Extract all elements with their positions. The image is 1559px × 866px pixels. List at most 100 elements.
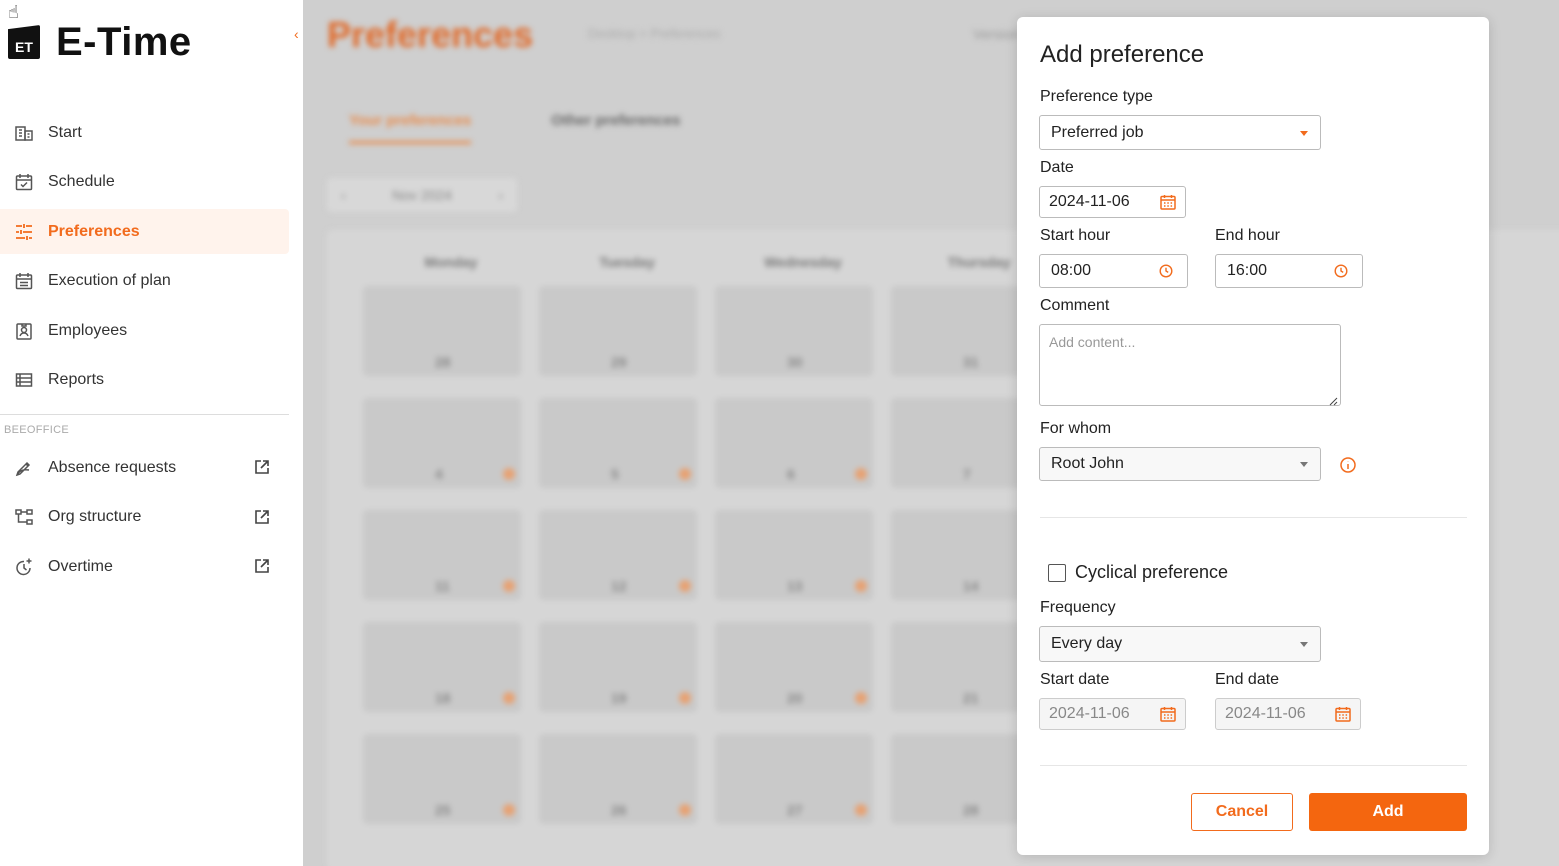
tab-other-preferences[interactable]: Other preferences	[551, 112, 680, 144]
start-hour-label: Start hour	[1040, 227, 1111, 244]
day-number: 4	[435, 466, 443, 482]
resize-handle-icon[interactable]	[1328, 393, 1338, 406]
day-number: 7	[963, 466, 971, 482]
sidebar-item-employees[interactable]: Employees	[0, 308, 289, 353]
day-number: 28	[963, 802, 979, 818]
weekday-header: Monday Tuesday Wednesday Thursday	[363, 254, 1067, 270]
preference-dot-icon	[679, 468, 691, 480]
sidebar-item-label: Reports	[48, 371, 105, 389]
external-nav: Absence requests Org structure Overtime	[0, 445, 289, 594]
date-label: Date	[1040, 159, 1074, 176]
day-number: 11	[435, 578, 450, 594]
frequency-select[interactable]: Every day	[1039, 626, 1321, 662]
day-number: 28	[435, 354, 451, 370]
start-date-label: Start date	[1040, 671, 1110, 688]
external-link-icon[interactable]	[253, 508, 271, 526]
calendar-day-cell[interactable]: 18	[363, 622, 521, 712]
end-hour-label: End hour	[1215, 227, 1280, 244]
external-link-icon[interactable]	[253, 557, 271, 575]
sidebar-item-overtime[interactable]: Overtime	[0, 544, 289, 589]
weekday-label: Monday	[424, 254, 478, 270]
preference-type-select[interactable]: Preferred job	[1039, 115, 1321, 150]
month-navigator[interactable]: ‹ Nov 2024 ›	[327, 178, 517, 212]
calendar-icon[interactable]	[1159, 193, 1177, 211]
section-divider	[1040, 517, 1467, 518]
day-number: 13	[787, 578, 803, 594]
breadcrumb: Desktop > Preferences	[588, 26, 721, 41]
calendar-day-cell[interactable]: 4	[363, 398, 521, 488]
sidebar-item-reports[interactable]: Reports	[0, 358, 289, 403]
calendar-day-cell[interactable]: 27	[715, 734, 873, 824]
start-date-input[interactable]: 2024-11-06	[1039, 698, 1186, 730]
sidebar-item-label: Schedule	[48, 173, 115, 191]
preference-type-label: Preference type	[1040, 88, 1153, 105]
end-date-input[interactable]: 2024-11-06	[1215, 698, 1361, 730]
calendar-day-cell[interactable]: 11	[363, 510, 521, 600]
day-number: 30	[787, 354, 803, 370]
calendar-day-cell[interactable]: 29	[539, 286, 697, 376]
sidebar-item-execution-of-plan[interactable]: Execution of plan	[0, 259, 289, 304]
calendar-day-cell[interactable]: 19	[539, 622, 697, 712]
date-input[interactable]: 2024-11-06	[1039, 186, 1186, 218]
add-preference-dialog: Add preference Preference type Preferred…	[1017, 17, 1489, 855]
sidebar-item-label: Preferences	[48, 222, 140, 240]
add-button[interactable]: Add	[1309, 793, 1467, 831]
sidebar-item-org-structure[interactable]: Org structure	[0, 495, 289, 540]
page-title: Preferences	[327, 14, 534, 55]
calendar-day-cell[interactable]: 30	[715, 286, 873, 376]
sidebar-item-preferences[interactable]: Preferences	[0, 209, 289, 255]
end-date-label: End date	[1215, 671, 1280, 688]
next-month-icon[interactable]: ›	[498, 187, 503, 203]
collapse-sidebar-icon[interactable]: ‹	[294, 26, 312, 48]
sidebar: ☝ ET E-Time Start Schedule Preferences E…	[0, 0, 303, 866]
external-link-icon[interactable]	[253, 458, 271, 476]
logo-mark: ET	[8, 25, 40, 59]
preference-dot-icon	[503, 580, 515, 592]
end-hour-input[interactable]: 16:00	[1215, 254, 1363, 288]
calendar-day-cell[interactable]: 12	[539, 510, 697, 600]
preference-dot-icon	[679, 580, 691, 592]
day-number: 5	[611, 466, 619, 482]
calendar-day-cell[interactable]: 20	[715, 622, 873, 712]
sidebar-item-schedule[interactable]: Schedule	[0, 160, 289, 205]
sidebar-item-label: Absence requests	[48, 458, 177, 476]
calendar-list-icon	[14, 271, 34, 291]
info-icon[interactable]	[1339, 456, 1357, 474]
clock-icon[interactable]	[1159, 264, 1173, 278]
calendar-day-cell[interactable]: 26	[539, 734, 697, 824]
main-nav: Start Schedule Preferences Execution of …	[0, 110, 289, 408]
start-hour-input[interactable]: 08:00	[1039, 254, 1188, 288]
frequency-value: Every day	[1051, 635, 1123, 652]
calendar-day-cell[interactable]: 25	[363, 734, 521, 824]
tab-your-preferences[interactable]: Your preferences	[349, 112, 472, 144]
sidebar-item-absence-requests[interactable]: Absence requests	[0, 445, 289, 490]
comment-textarea[interactable]: Add content...	[1039, 324, 1341, 406]
calendar-day-cell[interactable]: 6	[715, 398, 873, 488]
org-tree-icon	[14, 507, 34, 527]
day-number: 26	[611, 802, 627, 818]
cancel-button[interactable]: Cancel	[1191, 793, 1293, 831]
preference-type-value: Preferred job	[1051, 123, 1144, 141]
day-number: 19	[611, 690, 627, 706]
app-logo[interactable]: ET E-Time	[8, 22, 192, 62]
preference-dot-icon	[679, 804, 691, 816]
for-whom-select[interactable]: Root John	[1039, 447, 1321, 481]
sidebar-item-label: Overtime	[48, 557, 113, 575]
prev-month-icon[interactable]: ‹	[341, 187, 346, 203]
calendar-day-cell[interactable]: 13	[715, 510, 873, 600]
date-value: 2024-11-06	[1049, 193, 1130, 210]
preference-dot-icon	[855, 692, 867, 704]
version-label: Version	[973, 26, 1020, 42]
footer-divider	[1040, 765, 1467, 766]
clock-icon[interactable]	[1334, 264, 1348, 278]
day-number: 6	[787, 466, 795, 482]
sidebar-item-start[interactable]: Start	[0, 110, 289, 155]
calendar-icon[interactable]	[1159, 705, 1177, 723]
calendar-day-cell[interactable]: 28	[363, 286, 521, 376]
calendar-day-cell[interactable]: 5	[539, 398, 697, 488]
cyclical-checkbox[interactable]	[1048, 564, 1066, 582]
calendar-icon[interactable]	[1334, 705, 1352, 723]
day-number: 14	[963, 578, 979, 594]
preference-dot-icon	[503, 468, 515, 480]
cyclical-label[interactable]: Cyclical preference	[1075, 562, 1228, 583]
